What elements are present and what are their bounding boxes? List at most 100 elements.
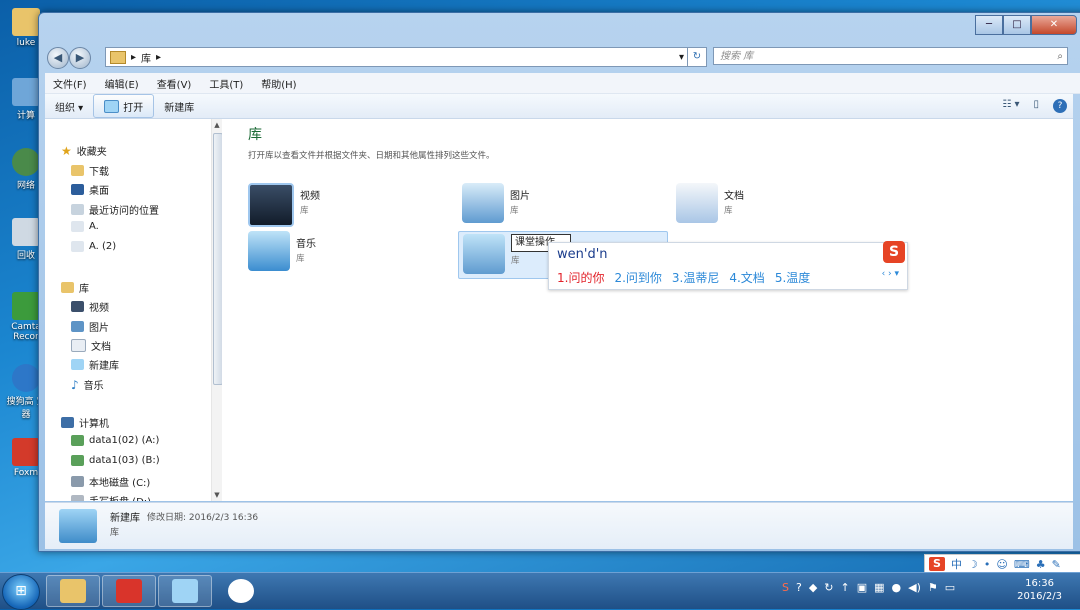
nav-libraries[interactable]: 库 bbox=[61, 280, 89, 295]
new-library-large-icon bbox=[59, 509, 97, 543]
library-type: 库 bbox=[296, 254, 305, 264]
scroll-down-icon[interactable]: ▼ bbox=[213, 491, 221, 499]
library-type: 库 bbox=[724, 206, 733, 216]
ime-mode[interactable]: 中 bbox=[951, 556, 962, 572]
smile-icon[interactable]: ☺ bbox=[996, 558, 1007, 571]
sogou-icon[interactable]: S bbox=[929, 557, 945, 571]
forward-button[interactable]: ▶ bbox=[69, 47, 91, 69]
star-icon: ★ bbox=[61, 143, 72, 158]
music-library-icon bbox=[248, 231, 290, 271]
ime-candidate-2[interactable]: 2.问到你 bbox=[614, 269, 661, 286]
menu-help[interactable]: 帮助(H) bbox=[261, 76, 296, 91]
scroll-up-icon[interactable]: ▲ bbox=[213, 121, 221, 129]
nav-label: 视频 bbox=[89, 303, 109, 314]
nav-item-desktop[interactable]: 桌面 bbox=[71, 182, 109, 197]
search-placeholder: 搜索 库 bbox=[720, 51, 754, 62]
maximize-button[interactable]: □ bbox=[1003, 15, 1031, 35]
nav-label: 桌面 bbox=[89, 186, 109, 197]
display-icon[interactable]: ▭ bbox=[945, 581, 955, 594]
system-tray: S ? ◆ ↻ ↑ ▣ ▦ ● ◀) ⚑ ▭ bbox=[782, 581, 955, 594]
nav-item-drive-d[interactable]: 手写板盘 (D:) bbox=[71, 493, 151, 501]
nav-item-drive-c[interactable]: 本地磁盘 (C:) bbox=[71, 474, 150, 489]
clock-time: 16:36 bbox=[1025, 578, 1054, 589]
ime-candidate-5[interactable]: 5.温度 bbox=[775, 269, 810, 286]
ime-candidate-1[interactable]: 1.问的你 bbox=[557, 269, 604, 286]
volume-icon[interactable]: ◀) bbox=[908, 581, 921, 594]
nav-label: 新建库 bbox=[89, 361, 119, 372]
close-button[interactable]: ✕ bbox=[1031, 15, 1077, 35]
help-icon[interactable]: ? bbox=[1053, 99, 1067, 113]
folder-tray-icon[interactable]: ▣ bbox=[857, 581, 867, 594]
taskbar-app-red[interactable] bbox=[102, 575, 156, 607]
search-icon: ⌕ bbox=[1057, 51, 1063, 62]
refresh-tray-icon[interactable]: ↻ bbox=[824, 581, 833, 594]
network-icon bbox=[12, 148, 40, 176]
app-tray-icon[interactable]: ▦ bbox=[874, 581, 884, 594]
keyboard-icon[interactable]: ⌨ bbox=[1014, 558, 1030, 571]
nav-item-documents[interactable]: 文档 bbox=[71, 338, 111, 353]
ime-candidate-4[interactable]: 4.文档 bbox=[729, 269, 764, 286]
clock-date: 2016/2/3 bbox=[1017, 591, 1062, 602]
nav-item-drive-b[interactable]: data1(03) (B:) bbox=[71, 455, 160, 466]
library-music[interactable]: 音乐 库 bbox=[248, 231, 316, 271]
library-documents[interactable]: 文档 库 bbox=[676, 183, 744, 223]
new-library-button[interactable]: 新建库 bbox=[154, 95, 204, 117]
clock[interactable]: 16:36 2016/2/3 bbox=[1017, 577, 1062, 603]
menu-edit[interactable]: 编辑(E) bbox=[105, 76, 139, 91]
menu-view[interactable]: 查看(V) bbox=[157, 76, 192, 91]
nav-item-music[interactable]: ♪ 音乐 bbox=[71, 377, 104, 393]
flag-icon[interactable]: ⚑ bbox=[928, 581, 938, 594]
menu-file[interactable]: 文件(F) bbox=[53, 76, 87, 91]
caption-buttons: ─ □ ✕ bbox=[975, 15, 1077, 35]
shirt-icon[interactable]: ♣ bbox=[1036, 558, 1046, 571]
taskbar-sogou[interactable] bbox=[214, 575, 268, 607]
nav-computer[interactable]: 计算机 bbox=[61, 415, 109, 430]
library-pictures[interactable]: 图片 库 bbox=[462, 183, 530, 223]
view-options-icon[interactable]: ☷ ▾ bbox=[1002, 99, 1019, 113]
new-library-icon bbox=[71, 359, 84, 370]
desktop-icon-label: 计算 bbox=[16, 111, 35, 121]
refresh-button[interactable]: ↻ bbox=[687, 47, 707, 67]
computer-icon bbox=[61, 417, 74, 428]
nav-item-a[interactable]: A. bbox=[71, 221, 99, 232]
network-tray-icon[interactable]: ↑ bbox=[841, 581, 850, 594]
address-bar[interactable]: ▸ 库 ▸ ▾ bbox=[105, 47, 689, 67]
ime-language-bar: S 中 ☽ • ☺ ⌨ ♣ ✎ bbox=[924, 554, 1080, 574]
nav-item-drive-a[interactable]: data1(02) (A:) bbox=[71, 435, 159, 446]
ime-pager-icon[interactable]: ‹ › ▾ bbox=[882, 269, 899, 279]
nav-favorites[interactable]: ★ 收藏夹 bbox=[61, 143, 107, 159]
back-button[interactable]: ◀ bbox=[47, 47, 69, 69]
open-button[interactable]: 打开 bbox=[93, 94, 155, 118]
nav-item-downloads[interactable]: 下载 bbox=[71, 163, 109, 178]
organize-button[interactable]: 组织 ▾ bbox=[45, 95, 93, 117]
nav-item-videos[interactable]: 视频 bbox=[71, 299, 109, 314]
taskbar-app-window[interactable] bbox=[158, 575, 212, 607]
sogou-tray-icon[interactable]: S bbox=[782, 581, 789, 594]
folder-icon bbox=[12, 8, 40, 36]
preview-pane-icon[interactable]: ▯ bbox=[1033, 99, 1039, 113]
documents-library-icon bbox=[676, 183, 718, 223]
minimize-button[interactable]: ─ bbox=[975, 15, 1003, 35]
menu-tools[interactable]: 工具(T) bbox=[209, 76, 243, 91]
nav-item-recent[interactable]: 最近访问的位置 bbox=[71, 202, 159, 217]
record-icon[interactable]: ● bbox=[892, 581, 902, 594]
punctuation-icon[interactable]: • bbox=[984, 558, 991, 571]
nav-item-new-library[interactable]: 新建库 bbox=[71, 357, 119, 372]
library-videos[interactable]: 视频 库 bbox=[248, 183, 320, 227]
nav-label: 文档 bbox=[91, 342, 111, 353]
nav-scrollbar[interactable]: ▲ ▼ bbox=[211, 119, 223, 501]
nav-label: 音乐 bbox=[83, 381, 104, 392]
breadcrumb-libraries[interactable]: 库 bbox=[141, 50, 151, 65]
security-icon[interactable]: ◆ bbox=[809, 581, 817, 594]
help-tray-icon[interactable]: ? bbox=[796, 581, 802, 594]
ime-candidate-3[interactable]: 3.温蒂尼 bbox=[672, 269, 719, 286]
moon-icon[interactable]: ☽ bbox=[968, 558, 978, 571]
taskbar-explorer[interactable] bbox=[46, 575, 100, 607]
search-input[interactable]: 搜索 库 ⌕ bbox=[713, 47, 1068, 65]
start-button[interactable]: ⊞ bbox=[2, 574, 40, 610]
new-library-label: 新建库 bbox=[164, 102, 195, 114]
nav-item-pictures[interactable]: 图片 bbox=[71, 319, 109, 334]
wrench-icon[interactable]: ✎ bbox=[1052, 558, 1061, 571]
nav-item-a2[interactable]: A. (2) bbox=[71, 241, 116, 252]
desktop-icon-label: Foxm bbox=[13, 468, 39, 478]
